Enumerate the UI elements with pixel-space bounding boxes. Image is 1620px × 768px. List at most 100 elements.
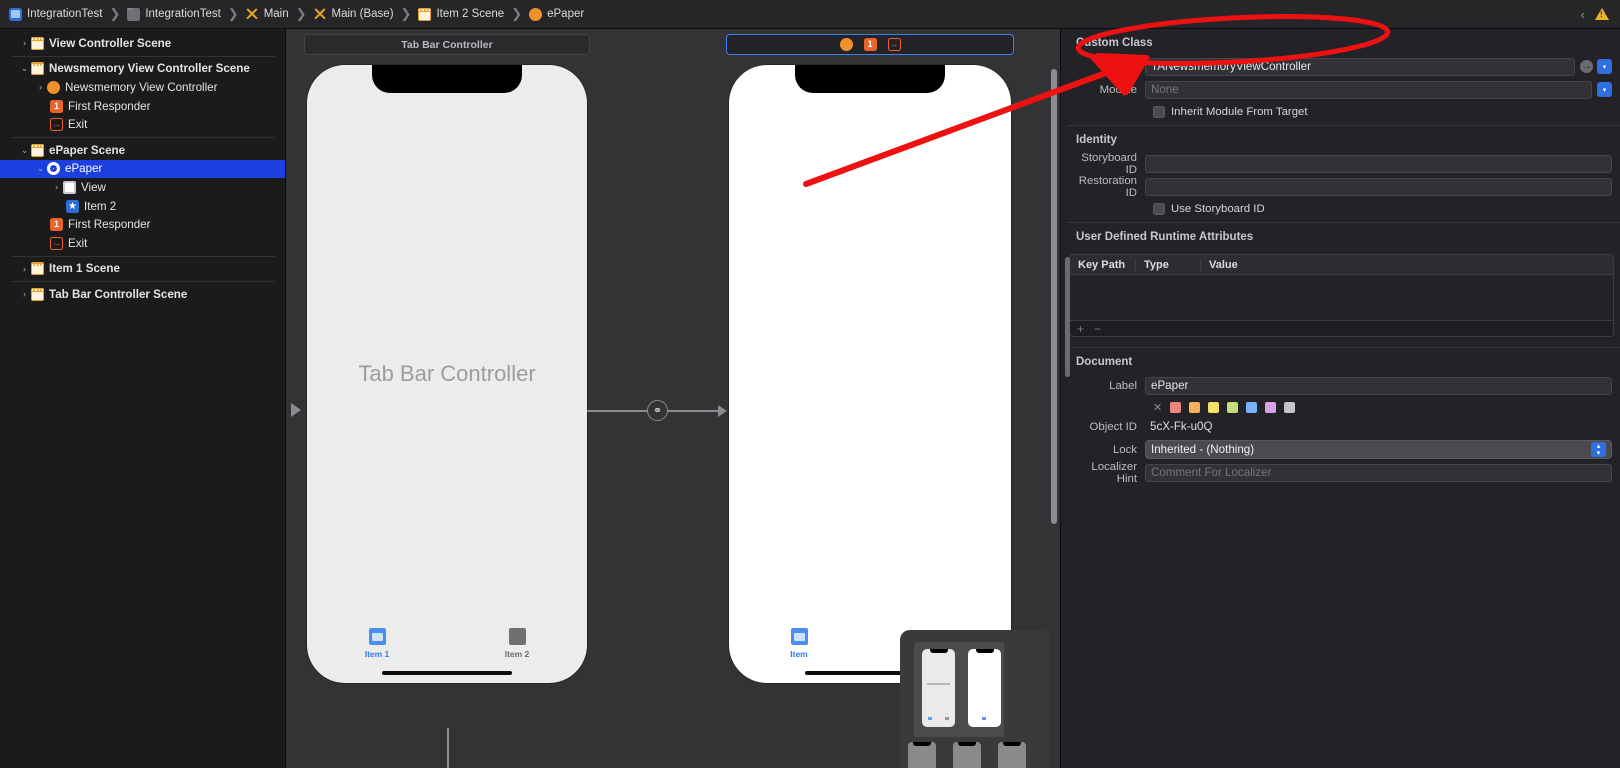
udra-remove-button[interactable]: − [1094, 322, 1101, 336]
view-controller-icon [47, 81, 60, 94]
outline-row-label: Newsmemory View Controller Scene [49, 62, 250, 75]
label-color-swatches[interactable]: ✕ [1069, 398, 1612, 416]
localizer-hint-input[interactable]: Comment For Localizer [1145, 464, 1612, 482]
color-swatch-yellow[interactable] [1208, 402, 1219, 413]
localizer-hint-label: Localizer Hint [1069, 461, 1145, 485]
outline-row-newsmemory-scene[interactable]: ⌄ Newsmemory View Controller Scene [0, 60, 285, 79]
outline-row-first-responder[interactable]: First Responder [0, 97, 285, 116]
tab-bar[interactable]: Item 1 Item 2 [307, 628, 587, 659]
breadcrumb-item-main-base[interactable]: Main (Base) [314, 8, 394, 21]
scene-title-bar[interactable]: Tab Bar Controller [304, 34, 590, 55]
back-chevron-icon[interactable]: ‹ [1581, 7, 1585, 22]
section-title: Identity [1069, 126, 1612, 153]
scene-epaper[interactable]: Item [726, 34, 1014, 683]
outline-row-item-2[interactable]: Item 2 [0, 197, 285, 216]
disclosure-triangle-icon[interactable]: ⌄ [18, 63, 31, 74]
color-swatch-red[interactable] [1170, 402, 1181, 413]
class-dropdown-icon[interactable]: ▾ [1597, 59, 1612, 74]
disclosure-triangle-icon[interactable]: › [50, 182, 63, 192]
scene-icon [31, 37, 44, 50]
color-swatch-green[interactable] [1227, 402, 1238, 413]
canvas-vertical-scrollbar[interactable] [1051, 69, 1057, 524]
first-responder-icon [50, 100, 63, 113]
first-responder-icon[interactable] [864, 38, 877, 51]
section-title: User Defined Runtime Attributes [1069, 223, 1612, 250]
lock-select[interactable]: Inherited - (Nothing) ▴▾ [1145, 440, 1612, 459]
udra-add-button[interactable]: + [1077, 322, 1084, 336]
tab-bar-item-2[interactable]: Item 2 [447, 628, 587, 659]
udra-column-key-path[interactable]: Key Path [1070, 259, 1136, 271]
clear-color-icon[interactable]: ✕ [1153, 401, 1162, 414]
breadcrumb-item-project[interactable]: IntegrationTest [9, 8, 102, 21]
folder-icon [127, 8, 140, 21]
tab-bar-controller-phone[interactable]: Tab Bar Controller Item 1 Item 2 [307, 65, 587, 683]
udra-empty-body[interactable] [1070, 275, 1613, 320]
scene-title-bar-selected[interactable] [726, 34, 1014, 55]
outline-row-exit[interactable]: Exit [0, 234, 285, 253]
storyboard-id-input[interactable] [1145, 155, 1612, 173]
outline-row-first-responder[interactable]: First Responder [0, 215, 285, 234]
scene-icon [418, 8, 431, 21]
inherit-module-row[interactable]: Inherit Module From Target [1069, 102, 1612, 122]
outline-row-item-1-scene[interactable]: › Item 1 Scene [0, 260, 285, 279]
breadcrumb-item-main[interactable]: Main [246, 8, 289, 21]
udra-table[interactable]: Key Path Type Value + − [1069, 254, 1614, 337]
inspector-scrollbar[interactable] [1065, 257, 1070, 377]
warning-triangle-icon[interactable] [1595, 8, 1609, 20]
use-storyboard-id-checkbox[interactable] [1153, 203, 1165, 215]
restoration-id-row: Restoration ID [1069, 176, 1612, 197]
color-swatch-gray[interactable] [1284, 402, 1295, 413]
disclosure-triangle-icon[interactable]: › [18, 289, 31, 299]
disclosure-triangle-icon[interactable]: › [18, 38, 31, 48]
view-icon [63, 181, 76, 194]
outline-row-view-controller-scene[interactable]: › View Controller Scene [0, 34, 285, 53]
tab-bar-item-1[interactable]: Item [729, 628, 869, 659]
breadcrumb-label: IntegrationTest [27, 8, 102, 20]
class-input[interactable]: TANewsmemoryViewController [1145, 58, 1575, 76]
canvas-minimap[interactable] [900, 630, 1050, 768]
outline-row-label: View Controller Scene [49, 37, 171, 50]
disclosure-triangle-icon[interactable]: ⌄ [18, 145, 31, 156]
outline-row-view[interactable]: › View [0, 178, 285, 197]
identity-inspector[interactable]: Custom Class Class TANewsmemoryViewContr… [1060, 29, 1620, 768]
canvas-pane: ⚭ Tab Bar Controller Tab Bar Controller [286, 29, 1060, 768]
jump-to-definition-icon[interactable]: → [1580, 60, 1593, 73]
disclosure-triangle-icon[interactable]: ⌄ [34, 163, 47, 174]
exit-icon [50, 118, 63, 131]
module-dropdown-icon[interactable]: ▾ [1597, 82, 1612, 97]
document-outline[interactable]: › View Controller Scene ⌄ Newsmemory Vie… [0, 29, 286, 768]
minimap-tab-dot [945, 717, 949, 720]
storyboard-icon [314, 8, 327, 21]
storyboard-icon [246, 8, 259, 21]
module-input[interactable]: None [1145, 81, 1592, 99]
outline-row-epaper-scene[interactable]: ⌄ ePaper Scene [0, 141, 285, 160]
udra-column-value[interactable]: Value [1201, 259, 1238, 271]
color-swatch-purple[interactable] [1265, 402, 1276, 413]
color-swatch-blue[interactable] [1246, 402, 1257, 413]
outline-row-exit[interactable]: Exit [0, 115, 285, 134]
tab-bar-item-1[interactable]: Item 1 [307, 628, 447, 659]
outline-row-epaper[interactable]: ⌄ ePaper [0, 160, 285, 179]
outline-row-newsmemory-view-controller[interactable]: › Newsmemory View Controller [0, 78, 285, 97]
restoration-id-input[interactable] [1145, 178, 1612, 196]
storyboard-canvas[interactable]: ⚭ Tab Bar Controller Tab Bar Controller [286, 29, 1060, 768]
minimap-phone-thumbnail [908, 742, 936, 768]
color-swatch-orange[interactable] [1189, 402, 1200, 413]
breadcrumb-item-scene[interactable]: Item 2 Scene [418, 8, 504, 21]
inherit-module-checkbox[interactable] [1153, 106, 1165, 118]
epaper-phone[interactable]: Item [729, 65, 1011, 683]
scene-tab-bar-controller[interactable]: Tab Bar Controller Tab Bar Controller It… [304, 34, 590, 683]
disclosure-triangle-icon[interactable]: › [34, 82, 47, 92]
device-notch [795, 65, 945, 93]
breadcrumb-item-epaper[interactable]: ePaper [529, 8, 584, 21]
label-input[interactable]: ePaper [1145, 377, 1612, 395]
use-storyboard-id-row[interactable]: Use Storyboard ID [1069, 199, 1612, 219]
relationship-segue-badge[interactable]: ⚭ [647, 400, 668, 421]
outline-row-tab-bar-controller-scene[interactable]: › Tab Bar Controller Scene [0, 285, 285, 304]
breadcrumb-item-folder[interactable]: IntegrationTest [127, 8, 220, 21]
exit-icon[interactable] [888, 38, 901, 51]
minimap-placeholder-text [927, 683, 951, 685]
disclosure-triangle-icon[interactable]: › [18, 264, 31, 274]
udra-column-type[interactable]: Type [1136, 259, 1201, 271]
view-controller-icon[interactable] [840, 38, 853, 51]
